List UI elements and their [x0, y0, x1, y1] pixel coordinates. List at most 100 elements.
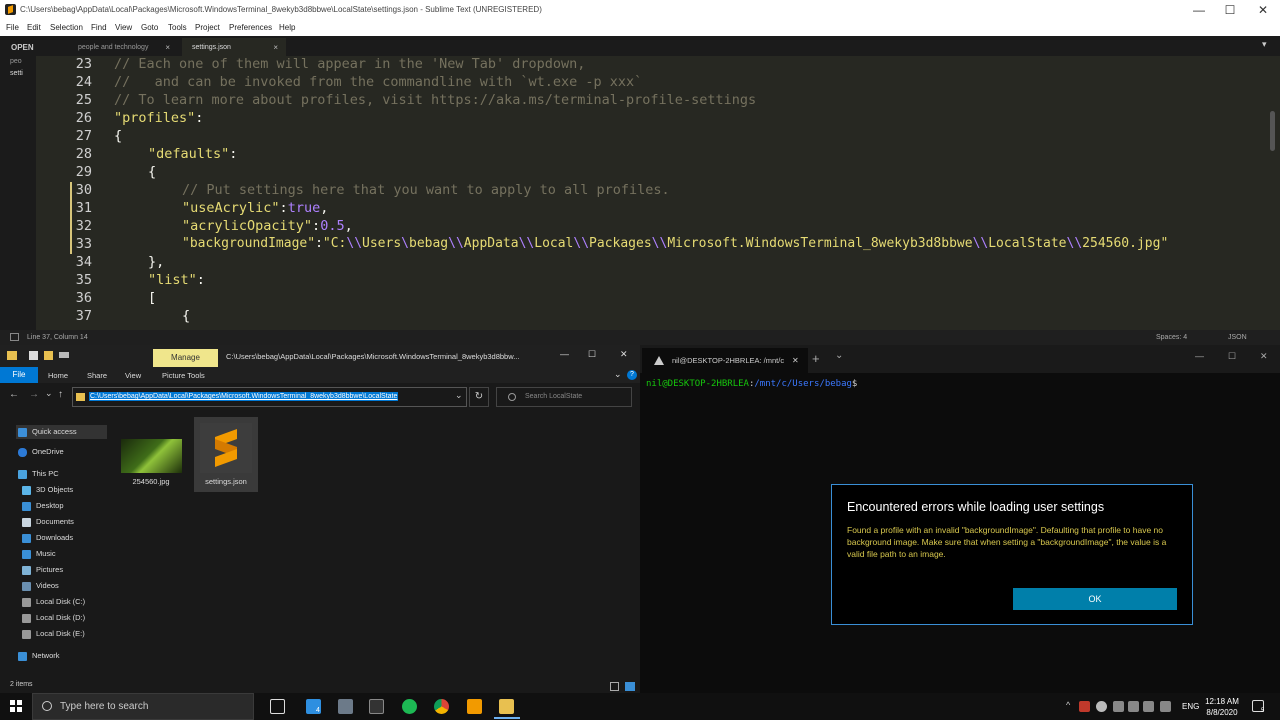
json-colon: :: [196, 272, 205, 288]
sidebar-file-people[interactable]: peo: [10, 58, 22, 65]
explorer-maximize-button[interactable]: ☐: [588, 349, 596, 360]
up-arrow-icon[interactable]: ↑: [58, 389, 63, 400]
menu-find[interactable]: Find: [91, 23, 107, 32]
tray-overflow-icon[interactable]: ^: [1066, 700, 1070, 710]
maximize-button[interactable]: ☐: [1213, 0, 1247, 20]
address-bar[interactable]: C:\Users\bebag\AppData\Local\Packages\Mi…: [72, 387, 467, 407]
panel-toggle-icon[interactable]: [10, 333, 19, 341]
tab-close-icon[interactable]: ×: [165, 43, 170, 52]
profile-dropdown-icon[interactable]: ⌄: [835, 350, 843, 361]
nav-videos[interactable]: Videos: [22, 581, 59, 591]
chrome-icon[interactable]: [434, 699, 449, 714]
editor-scrollbar[interactable]: [1267, 56, 1280, 330]
menu-tools[interactable]: Tools: [168, 23, 187, 32]
tray-app-icon[interactable]: [1079, 701, 1090, 712]
nav-documents[interactable]: Documents: [22, 517, 74, 527]
tab-settings-json[interactable]: settings.json ×: [182, 38, 286, 56]
large-icons-view-icon[interactable]: [625, 682, 635, 691]
recent-locations-icon[interactable]: ⌄: [45, 388, 53, 399]
forward-arrow-icon[interactable]: →: [29, 389, 39, 400]
indentation-setting[interactable]: Spaces: 4: [1156, 334, 1187, 341]
menu-project[interactable]: Project: [195, 23, 220, 32]
nav-3d-objects[interactable]: 3D Objects: [22, 485, 73, 495]
ribbon-tab-home[interactable]: Home: [48, 371, 68, 380]
ribbon-expand-icon[interactable]: ⌄: [614, 369, 622, 380]
terminal-tab[interactable]: nil@DESKTOP-2HBRLEA: /mnt/c ✕: [642, 348, 808, 373]
nav-pictures[interactable]: Pictures: [22, 565, 63, 575]
manage-tab[interactable]: Manage: [153, 349, 218, 367]
minimize-button[interactable]: —: [1182, 0, 1216, 20]
calculator-icon[interactable]: [338, 699, 353, 714]
clock[interactable]: 12:18 AM 8/8/2020: [1200, 696, 1244, 718]
terminal-icon[interactable]: [369, 699, 384, 714]
nav-quick-access[interactable]: Quick access: [16, 425, 107, 439]
properties-icon[interactable]: [59, 352, 69, 358]
terminal-tab-close-icon[interactable]: ✕: [792, 356, 799, 365]
nav-downloads[interactable]: Downloads: [22, 533, 73, 543]
volume-icon[interactable]: [1143, 701, 1154, 712]
address-dropdown-icon[interactable]: ⌄: [455, 390, 463, 401]
details-view-icon[interactable]: [610, 682, 619, 691]
prompt-dollar: $: [851, 379, 858, 389]
code-editor[interactable]: // Each one of them will appear in the '…: [100, 56, 1265, 330]
ok-button[interactable]: OK: [1013, 588, 1177, 610]
power-icon[interactable]: [1128, 701, 1139, 712]
nav-local-disk-c[interactable]: Local Disk (C:): [22, 597, 85, 607]
quick-access-toolbar-icon[interactable]: [29, 351, 38, 360]
address-path-text[interactable]: C:\Users\bebag\AppData\Local\Packages\Mi…: [89, 392, 399, 401]
menu-goto[interactable]: Goto: [141, 23, 158, 32]
ribbon-tab-file[interactable]: File: [0, 367, 38, 383]
syntax-setting[interactable]: JSON: [1228, 334, 1247, 341]
onedrive-icon[interactable]: [1096, 701, 1107, 712]
close-button[interactable]: ✕: [1246, 0, 1280, 20]
desktop-icon: [22, 501, 31, 511]
input-language[interactable]: ENG: [1182, 702, 1199, 711]
file-item-settings-json[interactable]: settings.json: [194, 417, 258, 492]
task-view-icon[interactable]: [270, 699, 285, 714]
ribbon-tab-picture-tools[interactable]: Picture Tools: [162, 371, 205, 380]
tab-close-icon[interactable]: ×: [273, 43, 278, 52]
code-line-37: {: [182, 308, 190, 324]
nav-this-pc[interactable]: This PC: [18, 469, 59, 479]
nav-local-disk-e[interactable]: Local Disk (E:): [22, 629, 85, 639]
file-item-254560-jpg[interactable]: 254560.jpg: [119, 421, 183, 486]
ribbon-tab-view[interactable]: View: [125, 371, 141, 380]
menu-preferences[interactable]: Preferences: [229, 23, 272, 32]
menu-view[interactable]: View: [115, 23, 132, 32]
help-icon[interactable]: ?: [627, 370, 637, 380]
menu-file[interactable]: File: [6, 23, 19, 32]
sublime-statusbar: Line 37, Column 14 Spaces: 4 JSON: [0, 330, 1280, 345]
terminal-maximize-button[interactable]: ☐: [1228, 351, 1236, 362]
explorer-close-button[interactable]: ✕: [620, 349, 628, 360]
new-tab-plus-icon[interactable]: +: [812, 351, 820, 366]
keyboard-icon[interactable]: [1160, 701, 1171, 712]
shell-prompt[interactable]: nil@DESKTOP-2HBRLEA:/mnt/c/Users/bebag$: [646, 379, 857, 389]
network-icon[interactable]: [1113, 701, 1124, 712]
search-input[interactable]: Search LocalState: [496, 387, 632, 407]
back-arrow-icon[interactable]: ←: [9, 389, 19, 400]
taskbar-search-box[interactable]: Type here to search: [32, 693, 254, 720]
menu-selection[interactable]: Selection: [50, 23, 83, 32]
tab-dropdown-icon[interactable]: ▾: [1262, 39, 1267, 50]
sublime-text-icon[interactable]: [467, 699, 482, 714]
file-explorer-icon[interactable]: [499, 699, 514, 714]
nav-network[interactable]: Network: [18, 651, 60, 661]
explorer-minimize-button[interactable]: —: [560, 349, 569, 359]
new-folder-icon[interactable]: [44, 351, 53, 360]
ribbon-tab-share[interactable]: Share: [87, 371, 107, 380]
nav-music[interactable]: Music: [22, 549, 56, 559]
refresh-button[interactable]: ↻: [469, 387, 489, 407]
sidebar-file-settings[interactable]: setti: [10, 70, 23, 77]
code-comment: // and can be invoked from the commandli…: [114, 74, 643, 90]
scrollbar-thumb[interactable]: [1270, 111, 1275, 151]
menu-edit[interactable]: Edit: [27, 23, 41, 32]
nav-desktop[interactable]: Desktop: [22, 501, 64, 511]
start-button[interactable]: [0, 693, 32, 720]
tab-people-and-technology[interactable]: people and technology ×: [70, 38, 178, 56]
nav-local-disk-d[interactable]: Local Disk (D:): [22, 613, 85, 623]
nav-onedrive[interactable]: OneDrive: [18, 447, 64, 457]
menu-help[interactable]: Help: [279, 23, 295, 32]
terminal-close-button[interactable]: ✕: [1260, 351, 1268, 362]
spotify-icon[interactable]: [402, 699, 417, 714]
terminal-minimize-button[interactable]: —: [1195, 351, 1204, 361]
